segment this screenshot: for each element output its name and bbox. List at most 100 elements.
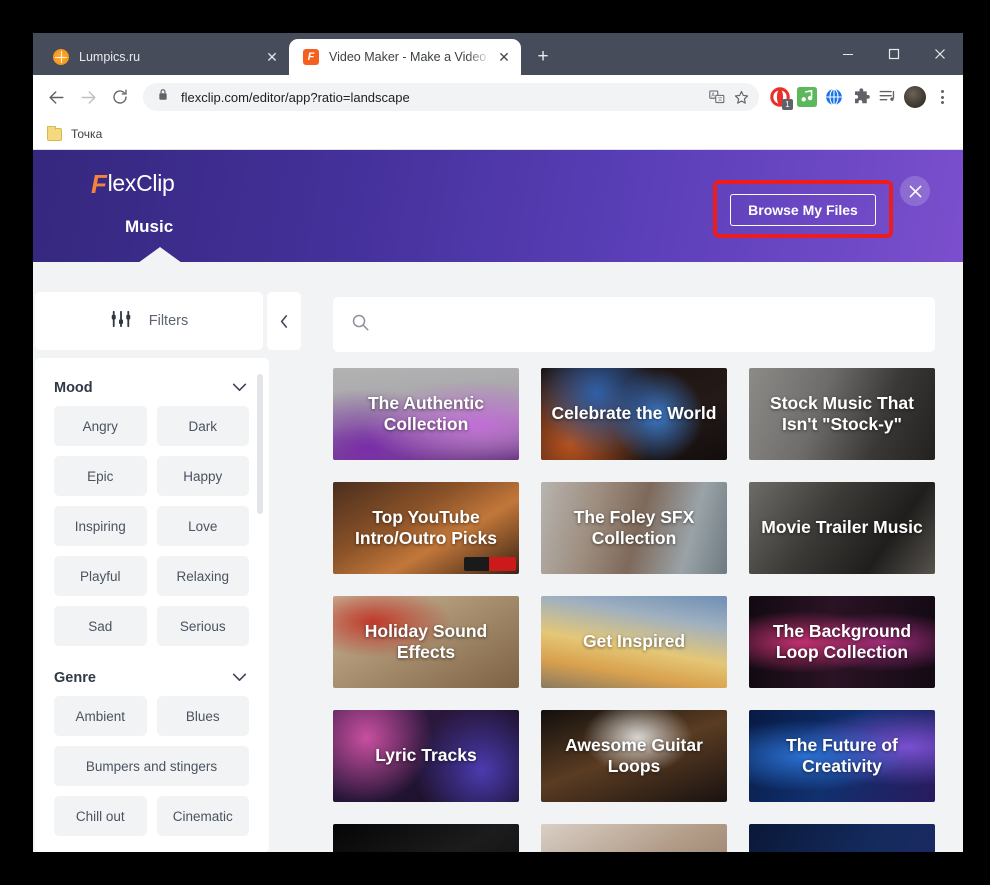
- card-title: The Background Loop Collection: [772, 620, 912, 662]
- translate-icon[interactable]: A文: [705, 85, 729, 109]
- card-title: The Authentic Collection: [367, 392, 484, 434]
- filter-chip[interactable]: Love: [156, 506, 249, 546]
- orange-icon: [53, 49, 69, 65]
- filter-chip[interactable]: Cinematic: [156, 796, 249, 836]
- maximize-button[interactable]: [871, 33, 917, 75]
- sliders-icon: [110, 309, 132, 334]
- music-card[interactable]: The Foley SFX Collection: [541, 482, 727, 574]
- music-card[interactable]: Get Inspired: [541, 596, 727, 688]
- card-artwork: [541, 824, 727, 852]
- card-title: Lyric Tracks: [375, 745, 477, 766]
- lock-icon: [157, 88, 170, 106]
- filters-sidebar: Filters Mood Angry Dark Epic Happy Inspi…: [33, 292, 301, 852]
- url-text: flexclip.com/editor/app?ratio=landscape: [181, 89, 410, 105]
- filter-chip[interactable]: Ambient: [54, 696, 147, 736]
- profile-avatar[interactable]: [904, 86, 926, 108]
- music-card[interactable]: Stock Music That Isn't "Stock-y": [749, 368, 935, 460]
- bookmark-item-tochka[interactable]: Точка: [47, 125, 102, 141]
- playlist-icon[interactable]: [877, 86, 899, 108]
- filter-chip[interactable]: Bumpers and stingers: [54, 746, 249, 786]
- card-title: The Future of Creativity: [786, 734, 898, 776]
- filter-chip[interactable]: Inspiring: [54, 506, 147, 546]
- music-note-icon[interactable]: [796, 86, 818, 108]
- browser-tab-lumpics[interactable]: Lumpics.ru ✕: [39, 39, 289, 75]
- card-title: Movie Trailer Music: [761, 517, 923, 538]
- back-arrow-icon[interactable]: [41, 82, 71, 112]
- filter-chip[interactable]: Blues: [156, 696, 249, 736]
- search-input[interactable]: [370, 316, 935, 333]
- puzzle-icon[interactable]: [850, 86, 872, 108]
- filter-scroll-area[interactable]: Mood Angry Dark Epic Happy Inspiring Lov…: [35, 358, 269, 852]
- tab-title: Video Maker - Make a Video for: [329, 50, 491, 64]
- flexclip-logo-text: lexClip: [107, 170, 175, 196]
- music-card[interactable]: Awesome Guitar Loops: [541, 710, 727, 802]
- forward-arrow-icon[interactable]: [73, 82, 103, 112]
- bookmarks-bar: Точка: [33, 119, 963, 150]
- browse-files-area: Browse My Files: [713, 180, 893, 238]
- mood-chip-grid: Angry Dark Epic Happy Inspiring Love Pla…: [54, 406, 249, 646]
- card-title: Holiday Sound Effects: [364, 620, 488, 662]
- browse-my-files-button[interactable]: Browse My Files: [730, 194, 876, 226]
- address-bar[interactable]: flexclip.com/editor/app?ratio=landscape …: [143, 83, 759, 111]
- flexclip-logo[interactable]: F lexClip: [91, 170, 175, 197]
- flexclip-icon: F: [303, 49, 319, 65]
- extension-icons: 1: [769, 86, 953, 110]
- music-card[interactable]: The Future of Creativity: [749, 710, 935, 802]
- card-title: Celebrate the World: [551, 403, 717, 424]
- search-bar[interactable]: [333, 297, 935, 352]
- card-title: Awesome Guitar Loops: [565, 734, 703, 776]
- close-icon[interactable]: ✕: [263, 48, 281, 66]
- flexclip-logo-mark: F: [91, 168, 107, 199]
- active-tab-pointer: [138, 247, 182, 263]
- reload-icon[interactable]: [105, 82, 135, 112]
- filters-button[interactable]: Filters: [35, 292, 263, 350]
- card-title: Top YouTube Intro/Outro Picks: [355, 506, 497, 548]
- new-tab-button[interactable]: +: [529, 43, 557, 71]
- music-card-grid: The Authentic Collection Celebrate the W…: [333, 368, 935, 852]
- filter-chip[interactable]: Epic: [54, 456, 147, 496]
- music-card[interactable]: Lyric Tracks: [333, 710, 519, 802]
- music-card[interactable]: Celebrate the World: [541, 368, 727, 460]
- minimize-button[interactable]: [825, 33, 871, 75]
- svg-text:A: A: [711, 93, 715, 99]
- filter-group-header[interactable]: Mood: [54, 368, 249, 406]
- window-controls: [825, 33, 963, 75]
- music-card[interactable]: Movie Trailer Music: [749, 482, 935, 574]
- flexclip-body: Filters Mood Angry Dark Epic Happy Inspi…: [33, 262, 963, 852]
- filter-chip[interactable]: Playful: [54, 556, 147, 596]
- music-card[interactable]: [333, 824, 519, 852]
- music-card[interactable]: [541, 824, 727, 852]
- tab-strip: Lumpics.ru ✕ F Video Maker - Make a Vide…: [33, 33, 963, 75]
- close-icon[interactable]: [900, 176, 930, 206]
- filter-chip[interactable]: Happy: [156, 456, 249, 496]
- close-window-button[interactable]: [917, 33, 963, 75]
- filter-chip[interactable]: Relaxing: [156, 556, 249, 596]
- music-card[interactable]: Top YouTube Intro/Outro Picks: [333, 482, 519, 574]
- filter-group-header[interactable]: Genre: [54, 646, 249, 696]
- filter-chip[interactable]: Sad: [54, 606, 147, 646]
- sidebar-scrollbar[interactable]: [257, 374, 263, 514]
- music-card[interactable]: [749, 824, 935, 852]
- flexclip-header: F lexClip Music Browse My Files: [33, 150, 963, 263]
- close-icon[interactable]: ✕: [495, 48, 513, 66]
- tab-music[interactable]: Music: [125, 217, 173, 237]
- filter-group-genre: Genre Ambient Blues Bumpers and stingers…: [54, 646, 249, 836]
- globe-icon[interactable]: [823, 86, 845, 108]
- music-card[interactable]: The Authentic Collection: [333, 368, 519, 460]
- genre-chip-grid: Ambient Blues Bumpers and stingers Chill…: [54, 696, 249, 836]
- filter-chip[interactable]: Angry: [54, 406, 147, 446]
- browser-tab-flexclip[interactable]: F Video Maker - Make a Video for ✕: [289, 39, 521, 75]
- chevron-left-icon[interactable]: [267, 292, 301, 350]
- filter-chip[interactable]: Serious: [156, 606, 249, 646]
- music-card[interactable]: Holiday Sound Effects: [333, 596, 519, 688]
- card-artwork: [749, 824, 935, 852]
- star-icon[interactable]: [729, 85, 753, 109]
- three-dot-menu-icon[interactable]: [931, 90, 953, 104]
- opera-vpn-icon[interactable]: 1: [769, 86, 793, 110]
- filter-chip[interactable]: Chill out: [54, 796, 147, 836]
- plus-icon: +: [537, 46, 549, 67]
- chevron-down-icon[interactable]: [232, 670, 247, 686]
- chevron-down-icon[interactable]: [232, 380, 247, 396]
- music-card[interactable]: The Background Loop Collection: [749, 596, 935, 688]
- filter-chip[interactable]: Dark: [156, 406, 249, 446]
